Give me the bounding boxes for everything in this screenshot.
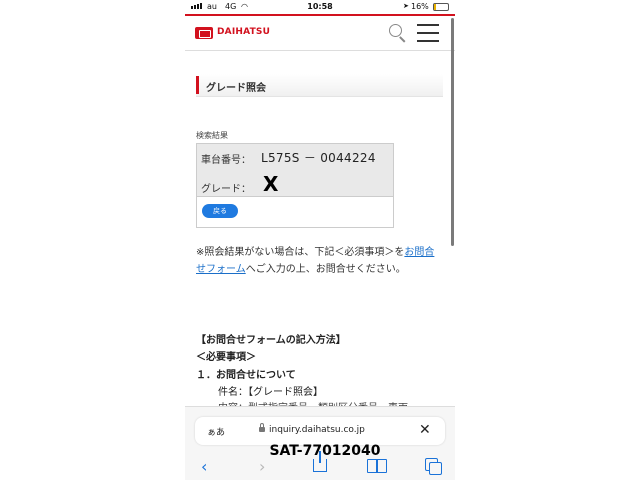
bookmarks-icon[interactable]	[367, 459, 387, 473]
note-text: ※照会結果がない場合は、下記＜必須事項＞をお問合せフォームへご入力の上、お問合せ…	[196, 244, 444, 278]
brand-name[interactable]: DAIHATSU	[217, 27, 270, 37]
section-label: 検索結果	[196, 131, 228, 140]
grade-label: グレード：	[201, 184, 251, 195]
chassis-value: L575S － 0044224	[261, 151, 376, 165]
chassis-label: 車台番号：	[201, 155, 251, 166]
page-title: グレード照会	[206, 83, 266, 94]
scrollbar[interactable]	[451, 18, 454, 246]
tabs-icon[interactable]	[425, 458, 442, 475]
item1-subject: 件名：【グレード照会】	[218, 387, 323, 398]
address-bar[interactable]: ぁあ inquiry.daihatsu.co.jp ✕	[195, 417, 445, 445]
battery-icon	[433, 3, 449, 11]
forward-arrow-icon[interactable]: ›	[259, 457, 265, 476]
phone-screen: au 4G ◠ 10:58 ➤ 16% DAIHATSU グレード照会 検索結果…	[185, 0, 455, 480]
overlay-code: SAT-77012040	[269, 443, 381, 459]
daihatsu-logo-icon[interactable]	[195, 27, 213, 39]
text-size-button[interactable]: ぁあ	[207, 425, 225, 438]
result-box: 車台番号： L575S － 0044224 グレード： X 戻る	[196, 143, 394, 228]
how-to-title: 【お問合せフォームの記入方法】	[196, 335, 346, 346]
location-icon: ➤	[403, 2, 409, 10]
status-bar: au 4G ◠ 10:58 ➤ 16%	[185, 0, 455, 14]
required-title: ＜必要事項＞	[196, 352, 256, 363]
search-icon[interactable]	[389, 24, 402, 37]
back-button[interactable]: 戻る	[202, 204, 238, 218]
share-icon[interactable]	[313, 451, 327, 472]
close-icon[interactable]: ✕	[419, 422, 431, 438]
page-heading: グレード照会	[196, 74, 443, 97]
menu-icon[interactable]	[417, 24, 439, 42]
note-prefix: ※照会結果がない場合は、下記＜必須事項＞を	[196, 247, 405, 258]
browser-bottom-bar: ぁあ inquiry.daihatsu.co.jp ✕ SAT-77012040…	[185, 406, 455, 480]
result-fields: 車台番号： L575S － 0044224 グレード： X	[197, 144, 393, 197]
note-suffix: へご入力の上、お問合せください。	[245, 264, 406, 275]
item1-title: １．お問合せについて	[196, 370, 296, 381]
url-text[interactable]: inquiry.daihatsu.co.jp	[269, 425, 365, 435]
lock-icon	[259, 423, 265, 432]
grade-value: X	[263, 172, 279, 196]
site-header: DAIHATSU	[185, 16, 455, 51]
back-arrow-icon[interactable]: ‹	[201, 457, 207, 476]
battery-percent: 16%	[411, 2, 429, 11]
heading-accent-bar	[196, 76, 199, 94]
